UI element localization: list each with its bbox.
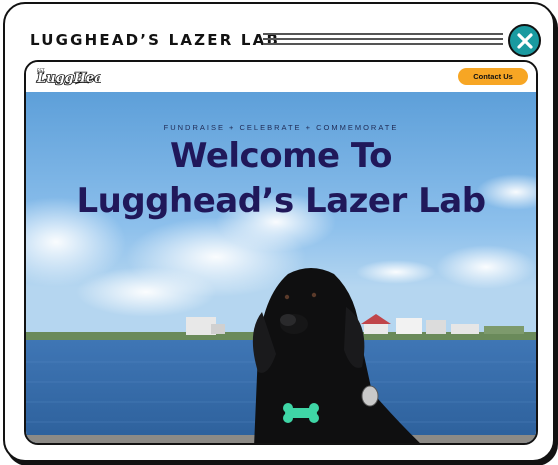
site-logo[interactable]: EST. LuggHead: [35, 66, 101, 87]
hero-headline-line-2: Lugghead’s Lazer Lab: [76, 181, 486, 221]
title-decoration-lines: [263, 33, 503, 46]
modal-title: LUGGHEAD’S LAZER LAB: [30, 31, 281, 49]
hero-headline-line-1: Welcome To: [170, 136, 392, 176]
hero-headline: Welcome To Lugghead’s Lazer Lab: [26, 134, 536, 224]
website-preview: EST. LuggHead Contact Us: [24, 60, 538, 445]
close-icon: [516, 32, 533, 49]
contact-us-button[interactable]: Contact Us: [458, 68, 528, 85]
svg-text:LuggHead: LuggHead: [36, 71, 101, 86]
hero-section: FUNDRAISE + CELEBRATE + COMMEMORATE Welc…: [26, 92, 536, 443]
site-navbar: EST. LuggHead Contact Us: [26, 62, 536, 92]
hero-tagline: FUNDRAISE + CELEBRATE + COMMEMORATE: [163, 123, 399, 132]
close-button[interactable]: [508, 24, 541, 57]
